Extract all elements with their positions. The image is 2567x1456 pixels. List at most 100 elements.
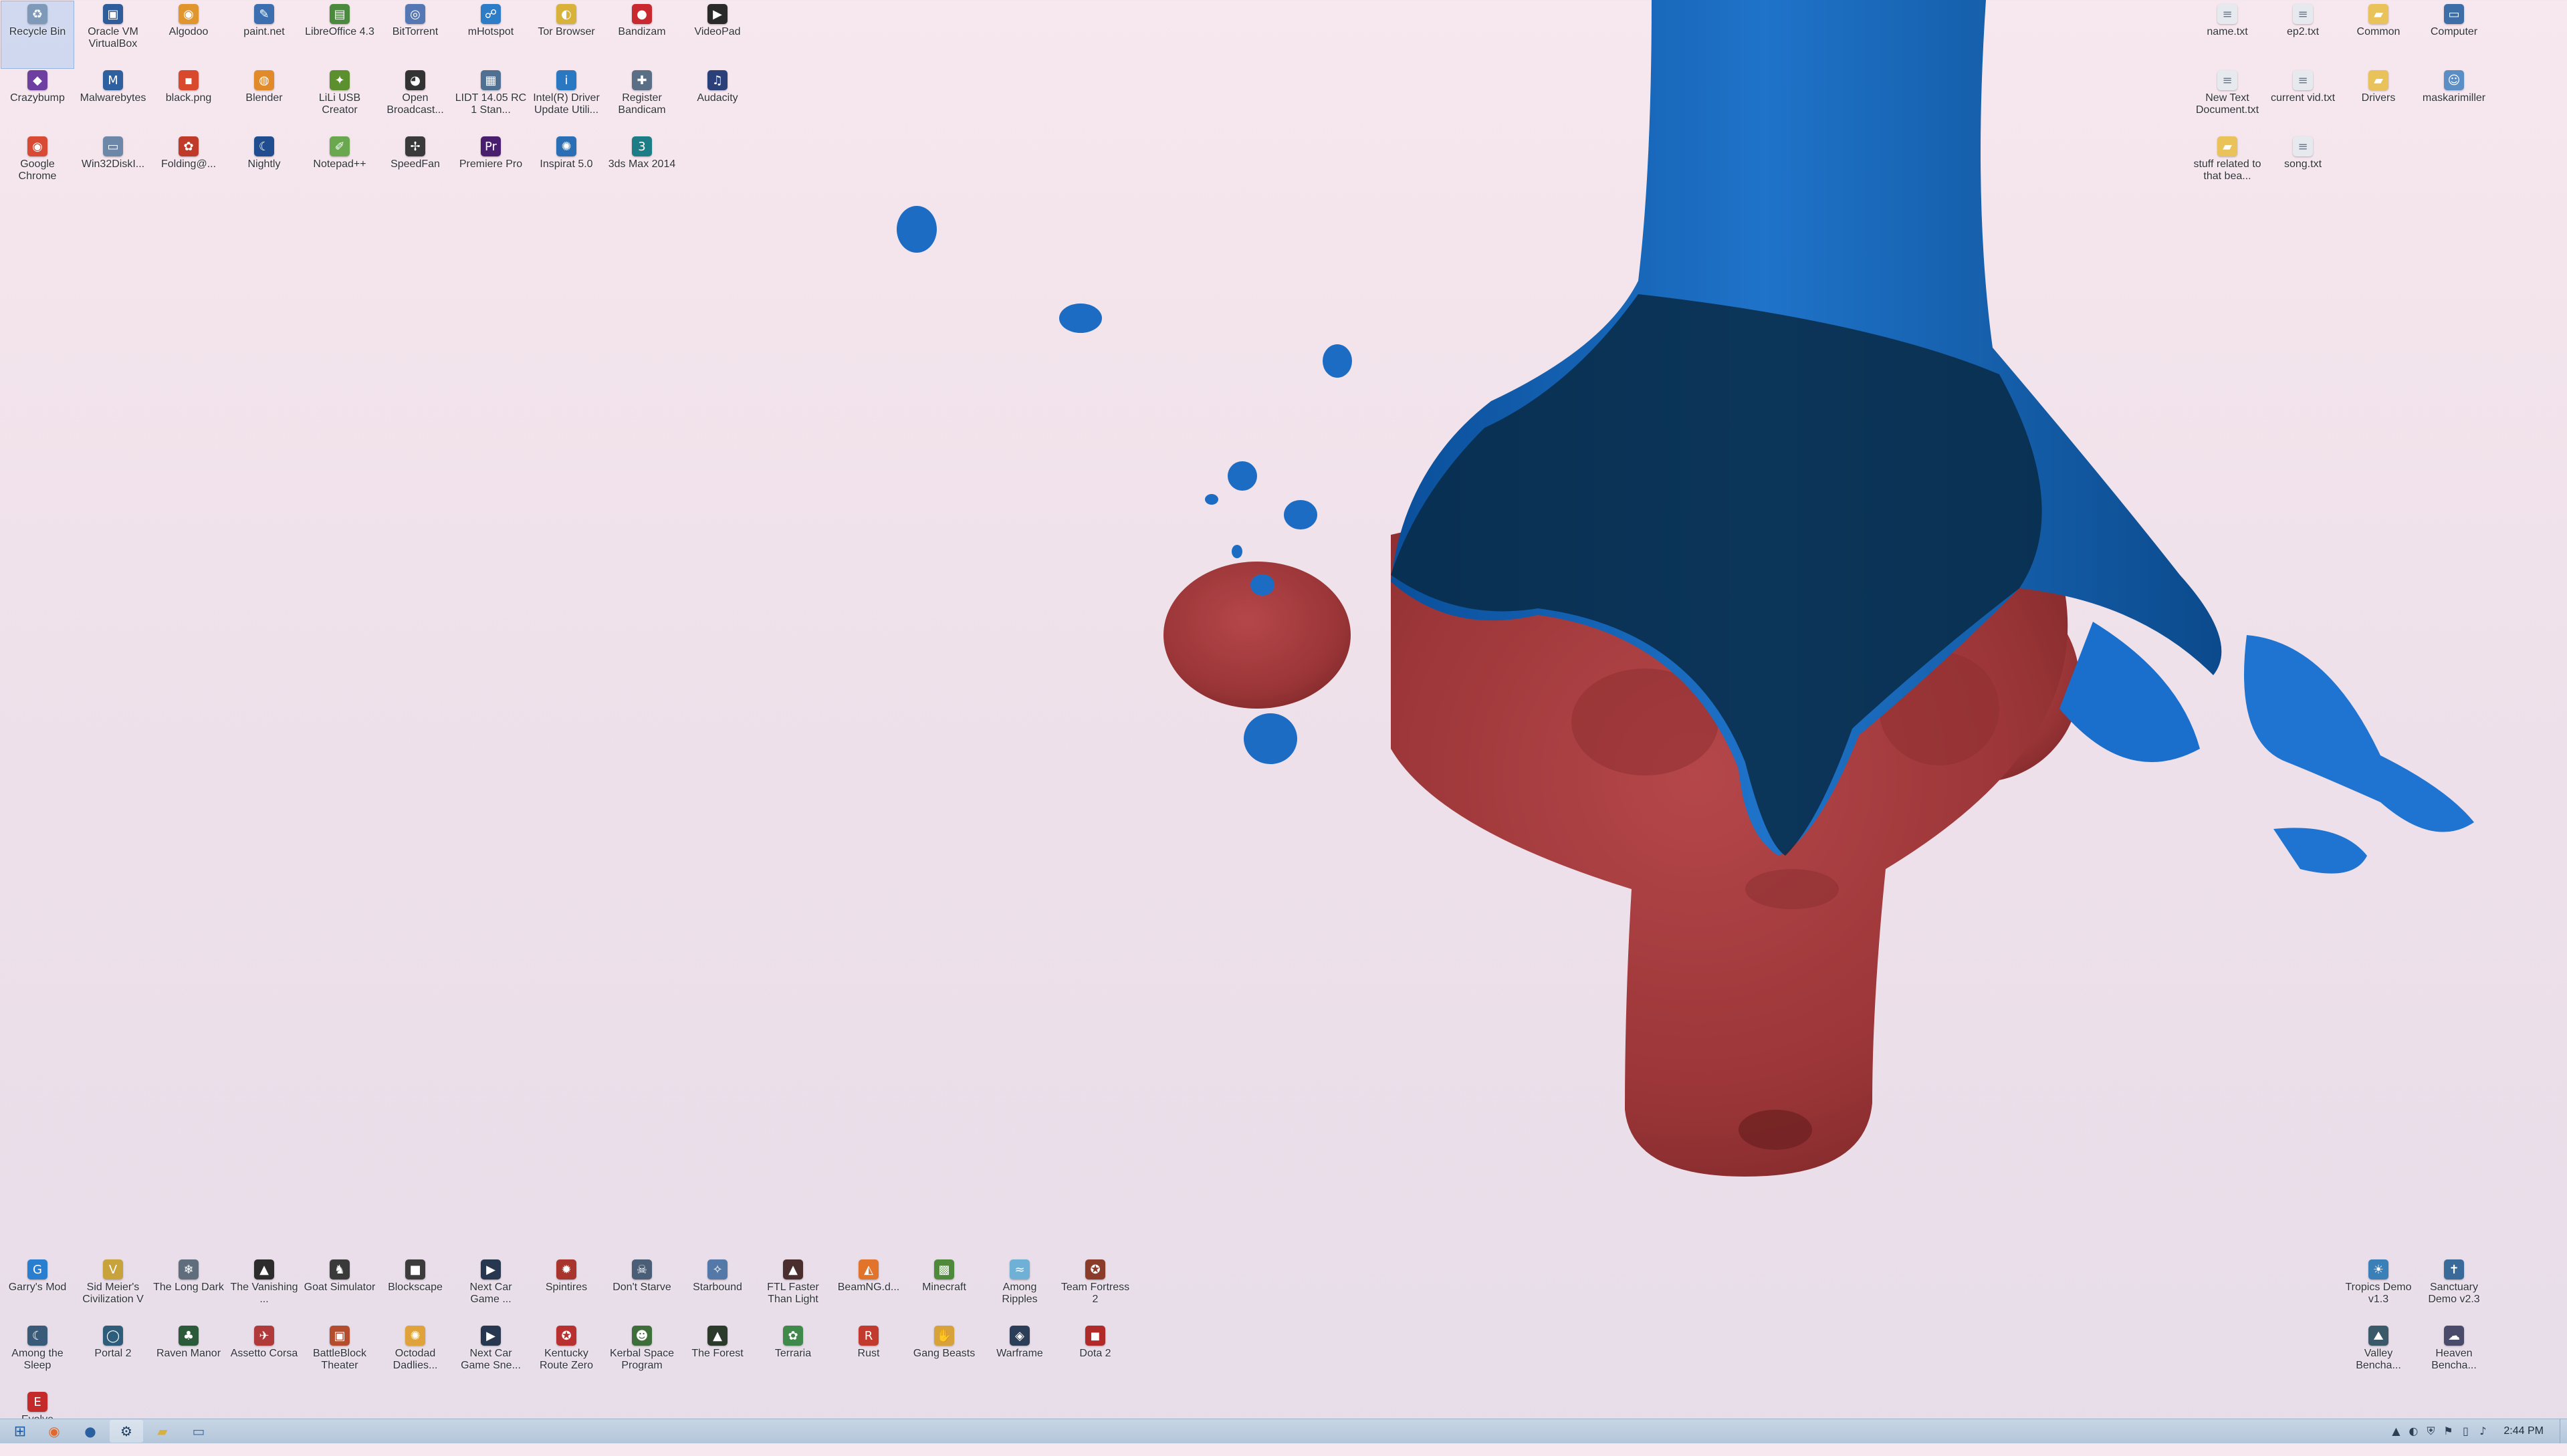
desktop-icon[interactable]: ✋ Gang Beasts bbox=[908, 1323, 980, 1390]
among-sleep-icon: ☾ bbox=[27, 1326, 47, 1346]
desktop-icon[interactable]: ♫ Audacity bbox=[681, 68, 754, 134]
clock[interactable]: 2:44 PM bbox=[2503, 1425, 2544, 1437]
desktop-icon[interactable]: ▰ Drivers bbox=[2342, 68, 2415, 134]
desktop-icon[interactable]: ☾ Among the Sleep bbox=[1, 1323, 74, 1390]
desktop-icon[interactable]: ✧ Starbound bbox=[681, 1257, 754, 1324]
desktop-icon[interactable]: ⛰ Valley Bencha... bbox=[2342, 1323, 2415, 1390]
start-button[interactable]: ⊞ bbox=[5, 1420, 35, 1443]
desktop-icon[interactable]: ≡ name.txt bbox=[2191, 1, 2263, 68]
desktop-icon[interactable]: ♻ Recycle Bin bbox=[1, 1, 74, 69]
desktop-icon[interactable]: ✺ Inspirat 5.0 bbox=[530, 134, 602, 201]
desktop-icon[interactable]: 3 3ds Max 2014 bbox=[606, 134, 678, 201]
power-icon[interactable]: ▯ bbox=[2457, 1425, 2474, 1438]
desktop-icon[interactable]: ≡ song.txt bbox=[2267, 134, 2339, 201]
steam-icon[interactable]: ⚙ bbox=[110, 1420, 143, 1443]
desktop-icon[interactable]: ◉ Google Chrome bbox=[1, 134, 74, 201]
desktop-icon[interactable]: ≈ Among Ripples bbox=[984, 1257, 1056, 1324]
desktop-icon[interactable]: ☻ Kerbal Space Program bbox=[606, 1323, 678, 1390]
desktop-icon[interactable]: ✐ Notepad++ bbox=[304, 134, 376, 201]
desktop-icon[interactable]: ◼ Dota 2 bbox=[1059, 1323, 1131, 1390]
desktop-icon[interactable]: ▣ BattleBlock Theater bbox=[304, 1323, 376, 1390]
desktop-icon[interactable]: ☁ Heaven Bencha... bbox=[2418, 1323, 2490, 1390]
desktop-icon[interactable]: ✺ Octodad Dadlies... bbox=[379, 1323, 451, 1390]
desktop-icon[interactable]: ▲ FTL Faster Than Light bbox=[757, 1257, 829, 1324]
desktop-icon[interactable]: ◭ BeamNG.d... bbox=[832, 1257, 905, 1324]
desktop-icon-label: LIDT 14.05 RC 1 Stan... bbox=[455, 92, 527, 116]
desktop-icon[interactable]: ▤ LibreOffice 4.3 bbox=[304, 1, 376, 68]
desktop-icon[interactable]: R Rust bbox=[832, 1323, 905, 1390]
desktop-icon[interactable]: ▣ Oracle VM VirtualBox bbox=[77, 1, 149, 68]
desktop-icon[interactable]: G Garry's Mod bbox=[1, 1257, 74, 1324]
desktop-icon[interactable]: ◎ BitTorrent bbox=[379, 1, 451, 68]
desktop-icon[interactable]: ✚ Register Bandicam bbox=[606, 68, 678, 134]
desktop-icon-label: Don't Starve bbox=[612, 1282, 671, 1293]
minecraft-icon: ▩ bbox=[934, 1259, 954, 1280]
desktop-icon-label: Warframe bbox=[996, 1348, 1043, 1359]
desktop-icon[interactable]: ▶ Next Car Game Sne... bbox=[455, 1323, 527, 1390]
desktop-icon[interactable]: ✪ Kentucky Route Zero bbox=[530, 1323, 602, 1390]
desktop-icon[interactable]: ✈ Assetto Corsa bbox=[228, 1323, 300, 1390]
desktop-icon-label: Among the Sleep bbox=[11, 1348, 64, 1371]
desktop-icon[interactable]: ✝ Sanctuary Demo v2.3 bbox=[2418, 1257, 2490, 1324]
desktop-icon[interactable]: ✹ Spintires bbox=[530, 1257, 602, 1324]
desktop-icon[interactable]: ☀ Tropics Demo v1.3 bbox=[2342, 1257, 2415, 1324]
volume-icon[interactable]: ♪ bbox=[2474, 1425, 2491, 1438]
desktop-icon[interactable]: Pr Premiere Pro bbox=[455, 134, 527, 201]
desktop-icon[interactable]: ▰ stuff related to that bea... bbox=[2191, 134, 2263, 201]
show-desktop-button[interactable] bbox=[2560, 1419, 2567, 1443]
desktop-icon[interactable]: i Intel(R) Driver Update Utili... bbox=[530, 68, 602, 134]
security-icon[interactable]: ⛨ bbox=[2422, 1425, 2439, 1438]
desktop-icon[interactable]: ▩ Minecraft bbox=[908, 1257, 980, 1324]
desktop-icon[interactable]: ▲ The Vanishing ... bbox=[228, 1257, 300, 1324]
desktop-icon[interactable]: ✿ Folding@... bbox=[152, 134, 225, 201]
desktop-icon[interactable]: ▭ Computer bbox=[2418, 1, 2490, 68]
desktop-icon[interactable]: V Sid Meier's Civilization V bbox=[77, 1257, 149, 1324]
desktop-icon[interactable]: ■ Blockscape bbox=[379, 1257, 451, 1324]
desktop-icon[interactable]: ≡ New Text Document.txt bbox=[2191, 68, 2263, 134]
desktop-icon[interactable]: ◐ Tor Browser bbox=[530, 1, 602, 68]
desktop-icon[interactable]: ✦ LiLi USB Creator bbox=[304, 68, 376, 134]
desktop-icon[interactable]: ▰ Common bbox=[2342, 1, 2415, 68]
firefox-icon[interactable]: ◉ bbox=[37, 1420, 71, 1443]
desktop-icon[interactable]: ☠ Don't Starve bbox=[606, 1257, 678, 1324]
desktop-icon[interactable]: ▪ black.png bbox=[152, 68, 225, 134]
desktop-icon[interactable]: ✿ Terraria bbox=[757, 1323, 829, 1390]
desktop-icon[interactable]: ✎ paint.net bbox=[228, 1, 300, 68]
algodoo-icon: ◉ bbox=[179, 4, 199, 24]
file-explorer-icon[interactable]: ▰ bbox=[146, 1420, 179, 1443]
desktop-icon[interactable]: ♞ Goat Simulator bbox=[304, 1257, 376, 1324]
chrome-taskbar-icon[interactable]: ● bbox=[74, 1420, 107, 1443]
desktop-icon[interactable]: ≡ current vid.txt bbox=[2267, 68, 2339, 134]
desktop-icon[interactable]: ▲ The Forest bbox=[681, 1323, 754, 1390]
desktop-icon[interactable]: ▶ VideoPad bbox=[681, 1, 754, 68]
desktop-icon[interactable]: ● Bandizam bbox=[606, 1, 678, 68]
malwarebytes-icon: M bbox=[103, 70, 123, 90]
tray-overflow-icon[interactable]: ▲ bbox=[2387, 1425, 2405, 1438]
desktop-icon[interactable]: ≡ ep2.txt bbox=[2267, 1, 2339, 68]
desktop-icon[interactable]: ◆ Crazybump bbox=[1, 68, 74, 134]
desktop-icon[interactable]: ◉ Algodoo bbox=[152, 1, 225, 68]
desktop-icon[interactable]: ✢ SpeedFan bbox=[379, 134, 451, 201]
desktop-icon[interactable]: ◍ Blender bbox=[228, 68, 300, 134]
app-window-icon[interactable]: ▭ bbox=[182, 1420, 215, 1443]
desktop-icon[interactable]: ☾ Nightly bbox=[228, 134, 300, 201]
desktop-icon[interactable]: ✪ Team Fortress 2 bbox=[1059, 1257, 1131, 1324]
desktop-icon[interactable]: ❄ The Long Dark bbox=[152, 1257, 225, 1324]
desktop-icon[interactable]: ▶ Next Car Game ... bbox=[455, 1257, 527, 1324]
folder-icon: ▰ bbox=[2368, 70, 2388, 90]
desktop-icon-label: Among Ripples bbox=[1002, 1282, 1038, 1305]
network-activity-icon[interactable]: ◐ bbox=[2405, 1425, 2422, 1438]
desktop-icon[interactable]: ◈ Warframe bbox=[984, 1323, 1056, 1390]
desktop-icon[interactable]: ▭ Win32DiskI... bbox=[77, 134, 149, 201]
desktop-icon[interactable]: M Malwarebytes bbox=[77, 68, 149, 134]
gang-beasts-icon: ✋ bbox=[934, 1326, 954, 1346]
desktop-icon[interactable]: ◕ Open Broadcast... bbox=[379, 68, 451, 134]
desktop-icon[interactable]: ◯ Portal 2 bbox=[77, 1323, 149, 1390]
flag-icon[interactable]: ⚑ bbox=[2439, 1425, 2457, 1438]
desktop-icon[interactable]: ☍ mHotspot bbox=[455, 1, 527, 68]
desktop-icon-label: Malwarebytes bbox=[80, 92, 146, 104]
desktop-icon[interactable]: ☺ maskarimiller bbox=[2418, 68, 2490, 134]
desktop-icon[interactable]: ♣ Raven Manor bbox=[152, 1323, 225, 1390]
desktop-icon-label: Garry's Mod bbox=[8, 1282, 67, 1293]
desktop-icon[interactable]: ▦ LIDT 14.05 RC 1 Stan... bbox=[455, 68, 527, 134]
